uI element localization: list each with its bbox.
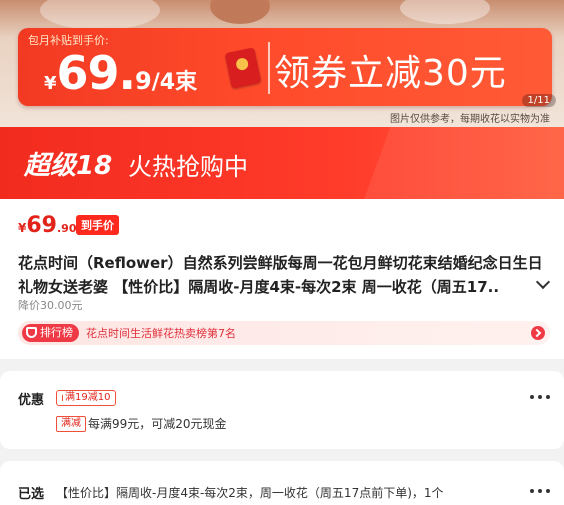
ranking-text: 花点时间生活鲜花热卖榜第7名 xyxy=(86,327,236,340)
flower-decoration xyxy=(400,0,490,24)
ranking-bar[interactable]: 排行榜 花点时间生活鲜花热卖榜第7名 xyxy=(18,321,550,345)
red-packet-icon xyxy=(224,47,262,89)
selected-spec-section[interactable]: 已选 【性价比】隔周收-月度4束-每次2束，周一收花（周五17点前下单)，1个 xyxy=(0,461,564,505)
divider xyxy=(268,42,270,94)
discount-section[interactable]: 优惠 满19减10 满减 每满99元，可减20元现金 xyxy=(0,371,564,449)
promotion-title: 超级18 xyxy=(24,151,113,181)
price-integer: 69 xyxy=(26,213,57,238)
ranking-badge: 排行榜 xyxy=(22,324,79,342)
product-image-carousel[interactable]: 包月补贴到手价: ¥69.9/4束 领券立减30元 1/11 图片仅供参考，每期… xyxy=(0,0,564,127)
image-disclaimer: 图片仅供参考，每期收花以实物为准 xyxy=(390,114,550,125)
product-title[interactable]: 花点时间（Reflower）自然系列尝鲜版每周一花包月鲜切花束结婚纪念日生日礼物… xyxy=(18,251,550,299)
coupon-text[interactable]: 领券立减30元 xyxy=(274,44,507,96)
ranking-badge-label: 排行榜 xyxy=(40,326,73,339)
trophy-icon xyxy=(26,327,37,338)
chevron-right-icon[interactable] xyxy=(531,326,545,340)
deal-price-tag: 到手价 xyxy=(76,215,119,235)
price-fraction: 9 xyxy=(135,67,152,95)
promotion-subtitle: 火热抢购中 xyxy=(128,153,248,181)
full-reduction-desc: 每满99元，可减20元现金 xyxy=(88,417,227,431)
price-drop-note: 降价30.00元 xyxy=(18,299,83,312)
subsidy-price-banner: 包月补贴到手价: ¥69.9/4束 领券立减30元 xyxy=(18,28,552,106)
product-price: ¥69.90 xyxy=(18,213,76,238)
promotion-band: 超级18 火热抢购中 xyxy=(0,127,564,199)
price-integer: 69. xyxy=(56,46,136,100)
selected-label: 已选 xyxy=(18,487,45,502)
subsidy-price: ¥69.9/4束 xyxy=(44,46,197,100)
price-unit: /4束 xyxy=(151,70,198,95)
selected-spec-desc: 【性价比】隔周收-月度4束-每次2束，周一收花（周五17点前下单)，1个 xyxy=(56,486,444,500)
more-icon[interactable] xyxy=(530,395,550,401)
price-decimal: .90 xyxy=(56,222,77,235)
full-reduction-tag: 满减 xyxy=(56,416,86,432)
vase-decoration xyxy=(40,0,160,30)
flower-decoration xyxy=(210,0,270,24)
image-page-counter: 1/11 xyxy=(521,94,556,107)
product-info-card: ¥69.90 到手价 花点时间（Reflower）自然系列尝鲜版每周一花包月鲜切… xyxy=(0,199,564,359)
currency-symbol: ¥ xyxy=(44,73,57,94)
coupon-tag[interactable]: 满19减10 xyxy=(56,390,117,406)
product-page: 包月补贴到手价: ¥69.9/4束 领券立减30元 1/11 图片仅供参考，每期… xyxy=(0,0,564,505)
more-icon[interactable] xyxy=(530,489,550,495)
discount-label: 优惠 xyxy=(18,393,45,408)
